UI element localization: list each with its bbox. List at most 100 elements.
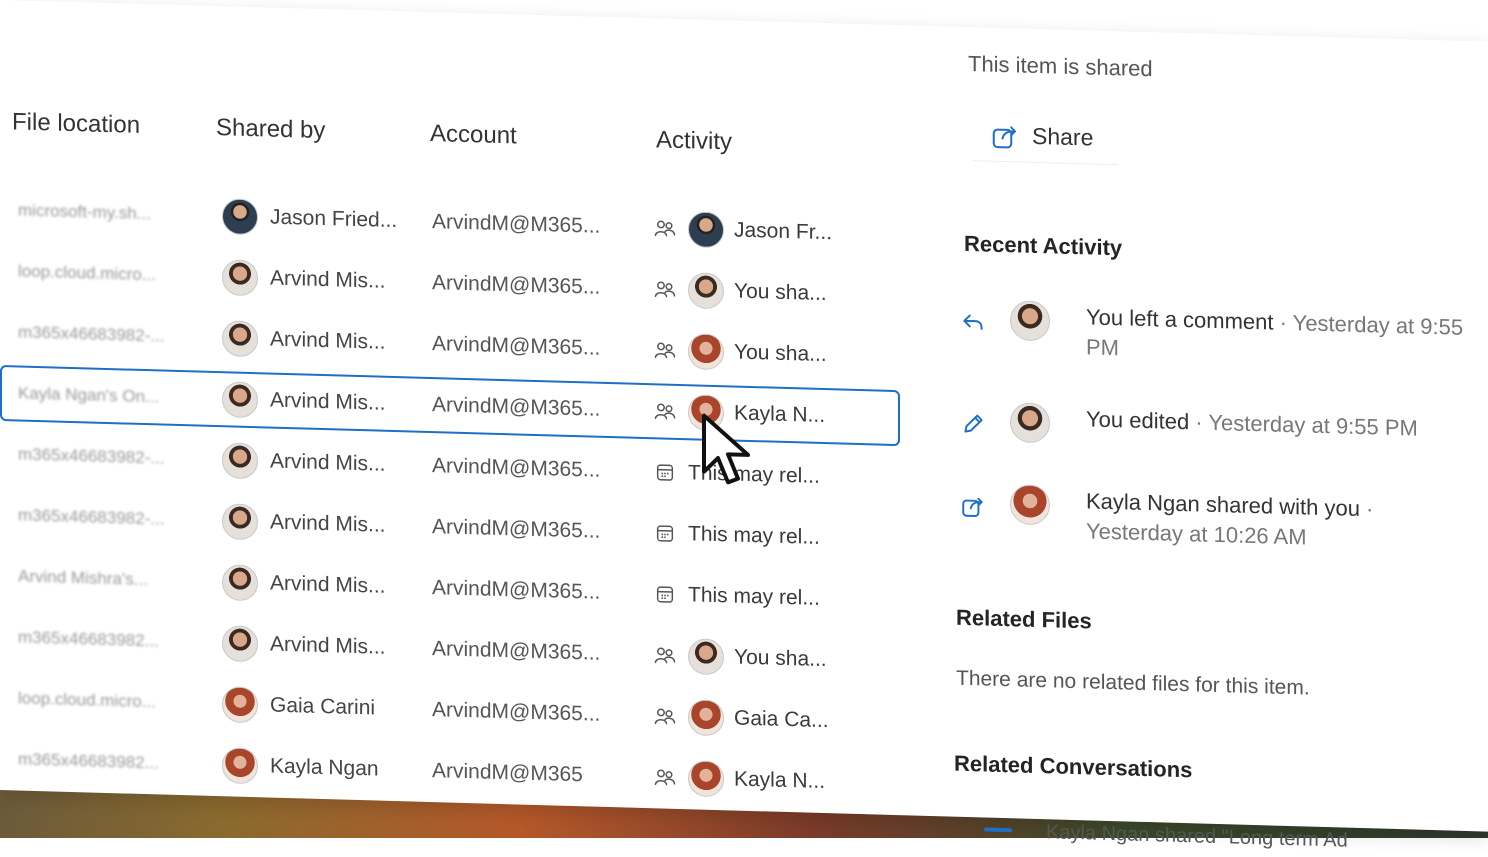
people-icon	[652, 398, 678, 425]
related-files-heading: Related Files	[956, 604, 1092, 634]
file-location-cell: m365x46683982...	[18, 749, 159, 773]
avatar	[1010, 300, 1050, 342]
activity-avatar	[688, 333, 724, 371]
activity-cell: You sha...	[652, 261, 872, 323]
shared-by-cell: Arvind Mis...	[222, 371, 412, 432]
shared-by-name: Kayla Ngan	[270, 754, 379, 781]
file-location-cell: m365x46683982-...	[18, 505, 165, 529]
account-cell: ArvindM@M365...	[432, 332, 601, 360]
activity-cell: Kayla N...	[652, 383, 872, 445]
details-pane: This item is shared Share Recent Activit…	[950, 27, 1488, 852]
account-cell: ArvindM@M365...	[432, 393, 601, 421]
account-cell: ArvindM@M365...	[432, 271, 601, 299]
account-cell: ArvindM@M365...	[432, 210, 601, 238]
activity-text: Jason Fr...	[734, 218, 833, 245]
activity-cell: Gaia Ca...	[652, 688, 872, 750]
avatar	[222, 198, 258, 236]
activity-cell: You sha...	[652, 322, 872, 384]
activity-item[interactable]: Kayla Ngan shared with you · Yesterday a…	[958, 483, 1478, 568]
shared-by-cell: Kayla Ngan	[222, 737, 412, 798]
shared-by-cell: Arvind Mis...	[222, 249, 412, 310]
related-files-empty-text: There are no related files for this item…	[956, 666, 1310, 700]
shared-by-name: Arvind Mis...	[270, 632, 386, 659]
share-button-label: Share	[1032, 122, 1094, 151]
shared-by-cell: Arvind Mis...	[222, 310, 412, 371]
pencil-icon	[958, 409, 988, 440]
activity-text: You sha...	[734, 279, 827, 306]
file-location-cell: loop.cloud.micro...	[18, 688, 156, 712]
column-header-shared-by[interactable]: Shared by	[216, 114, 325, 145]
calendar-icon	[652, 459, 678, 486]
avatar	[222, 320, 258, 358]
shared-by-cell: Arvind Mis...	[222, 554, 412, 615]
reply-icon	[958, 307, 988, 338]
people-icon	[652, 215, 678, 242]
account-cell: ArvindM@M365	[432, 759, 583, 787]
shared-by-cell: Jason Fried...	[222, 188, 412, 249]
avatar	[222, 686, 258, 724]
activity-item[interactable]: You left a comment · Yesterday at 9:55 P…	[958, 299, 1478, 384]
activity-text: Gaia Ca...	[734, 706, 829, 733]
avatar	[222, 442, 258, 480]
shared-by-name: Arvind Mis...	[270, 449, 386, 476]
avatar	[1010, 402, 1050, 444]
calendar-icon	[652, 581, 678, 608]
activity-cell: Kayla N...	[652, 749, 872, 811]
avatar	[222, 503, 258, 541]
file-location-cell: microsoft-my.sh...	[18, 200, 151, 224]
activity-main: You left a comment	[1086, 304, 1274, 335]
column-header-activity[interactable]: Activity	[656, 126, 732, 156]
people-icon	[652, 642, 678, 669]
mouse-cursor-icon	[702, 413, 750, 485]
avatar	[222, 564, 258, 602]
recent-activity-heading: Recent Activity	[964, 230, 1123, 261]
avatar	[222, 747, 258, 785]
shared-by-name: Gaia Carini	[270, 693, 376, 720]
activity-main: You edited	[1086, 406, 1190, 435]
calendar-icon	[652, 520, 678, 547]
account-cell: ArvindM@M365...	[432, 515, 601, 543]
activity-avatar	[688, 272, 724, 310]
shared-by-name: Arvind Mis...	[270, 510, 386, 537]
activity-main: Kayla Ngan shared with you	[1086, 488, 1360, 521]
activity-text: This may rel...	[688, 522, 820, 549]
account-cell: ArvindM@M365...	[432, 454, 601, 482]
account-cell: ArvindM@M365...	[432, 698, 601, 726]
app-window: File location Shared by Account Activity…	[0, 0, 1488, 852]
shared-status-text: This item is shared	[968, 51, 1153, 82]
avatar	[222, 259, 258, 297]
related-conversations-heading: Related Conversations	[954, 750, 1193, 783]
activity-avatar	[688, 211, 724, 249]
activity-text: Kayla N...	[734, 767, 826, 794]
shared-by-name: Arvind Mis...	[270, 327, 386, 354]
activity-text: You sha...	[734, 645, 827, 672]
activity-avatar	[688, 760, 724, 798]
shared-files-table: File location Shared by Account Activity…	[0, 0, 900, 815]
activity-cell: Jason Fr...	[652, 200, 872, 262]
shared-by-cell: Arvind Mis...	[222, 493, 412, 554]
avatar	[222, 381, 258, 419]
avatar	[222, 625, 258, 663]
file-location-cell: m365x46683982...	[18, 627, 159, 651]
column-header-account[interactable]: Account	[430, 120, 517, 150]
activity-text: This may rel...	[688, 583, 820, 610]
shared-by-cell: Arvind Mis...	[222, 432, 412, 493]
activity-avatar	[688, 638, 724, 676]
account-cell: ArvindM@M365...	[432, 637, 601, 665]
shared-by-cell: Gaia Carini	[222, 676, 412, 737]
activity-cell: This may rel...	[652, 505, 872, 567]
shared-by-name: Arvind Mis...	[270, 571, 386, 598]
share-icon	[958, 491, 988, 522]
share-button[interactable]: Share	[972, 109, 1118, 166]
conversation-preview[interactable]: Kayla Ngan shared "Long term Ad	[1046, 821, 1348, 852]
activity-avatar	[688, 699, 724, 737]
column-header-file-location[interactable]: File location	[12, 108, 140, 140]
shared-by-name: Arvind Mis...	[270, 388, 386, 415]
activity-item[interactable]: You edited · Yesterday at 9:55 PM	[958, 401, 1478, 486]
activity-text: Kayla Ngan shared with you · Yesterday a…	[1086, 486, 1476, 557]
activity-cell: This may rel...	[652, 566, 872, 628]
file-location-cell: Arvind Mishra's...	[18, 566, 148, 590]
activity-time: · Yesterday at 9:55 PM	[1189, 409, 1418, 441]
activity-cell: You sha...	[652, 627, 872, 689]
shared-by-cell: Arvind Mis...	[222, 615, 412, 676]
